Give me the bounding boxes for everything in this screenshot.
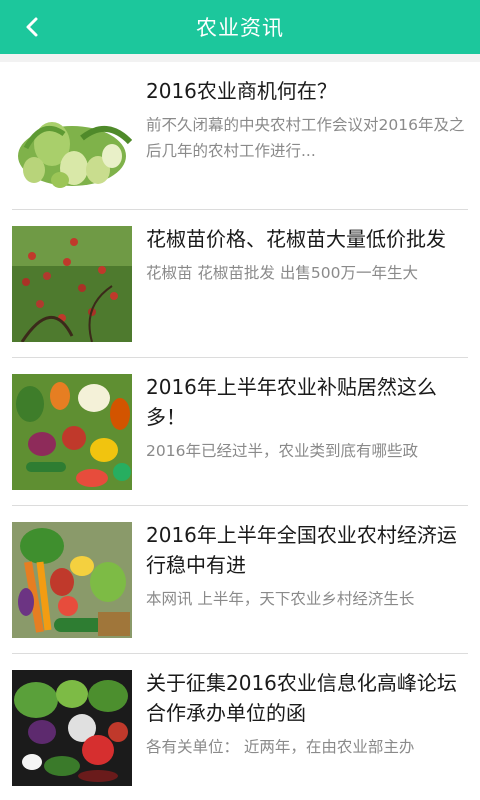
news-summary: 前不久闭幕的中央农村工作会议对2016年及之后几年的农村工作进行... <box>146 116 465 160</box>
news-thumbnail-fresh-vegetables <box>12 670 132 786</box>
news-summary: 各有关单位： 近两年，在由农业部主办 <box>146 738 415 756</box>
news-thumbnail-pepper-seedlings <box>12 226 132 342</box>
page-title: 农业资讯 <box>196 16 284 40</box>
news-headline: 2016年上半年农业补贴居然这么多！ <box>146 375 437 429</box>
news-summary: 本网讯 上半年，天下农业乡村经济生长 <box>146 590 415 608</box>
back-button[interactable] <box>14 9 50 45</box>
app-header: 农业资讯 <box>0 0 480 54</box>
news-summary: 2016年已经过半，农业类到底有哪些政 <box>146 442 418 460</box>
news-item[interactable]: 2016年上半年农业补贴居然这么多！ 2016年已经过半，农业类到底有哪些政 <box>0 358 480 506</box>
news-headline: 花椒苗价格、花椒苗大量低价批发 <box>146 227 446 251</box>
news-item[interactable]: 花椒苗价格、花椒苗大量低价批发 花椒苗 花椒苗批发 出售500万一年生大 <box>0 210 480 358</box>
news-list: 2016农业商机何在？ 前不久闭幕的中央农村工作会议对2016年及之后几年的农村… <box>0 62 480 800</box>
news-headline: 关于征集2016农业信息化高峰论坛合作承办单位的函 <box>146 671 457 725</box>
news-thumbnail-vegetables <box>12 78 132 194</box>
news-item[interactable]: 关于征集2016农业信息化高峰论坛合作承办单位的函 各有关单位： 近两年，在由农… <box>0 654 480 800</box>
news-summary: 花椒苗 花椒苗批发 出售500万一年生大 <box>146 264 418 282</box>
news-item[interactable]: 2016农业商机何在？ 前不久闭幕的中央农村工作会议对2016年及之后几年的农村… <box>0 62 480 210</box>
news-item[interactable]: 2016年上半年全国农业农村经济运行稳中有进 本网讯 上半年，天下农业乡村经济生… <box>0 506 480 654</box>
news-thumbnail-vegetable-basket <box>12 522 132 638</box>
back-arrow-icon <box>26 17 38 37</box>
news-thumbnail-produce <box>12 374 132 490</box>
news-headline: 2016农业商机何在？ <box>146 79 337 103</box>
news-headline: 2016年上半年全国农业农村经济运行稳中有进 <box>146 523 457 577</box>
